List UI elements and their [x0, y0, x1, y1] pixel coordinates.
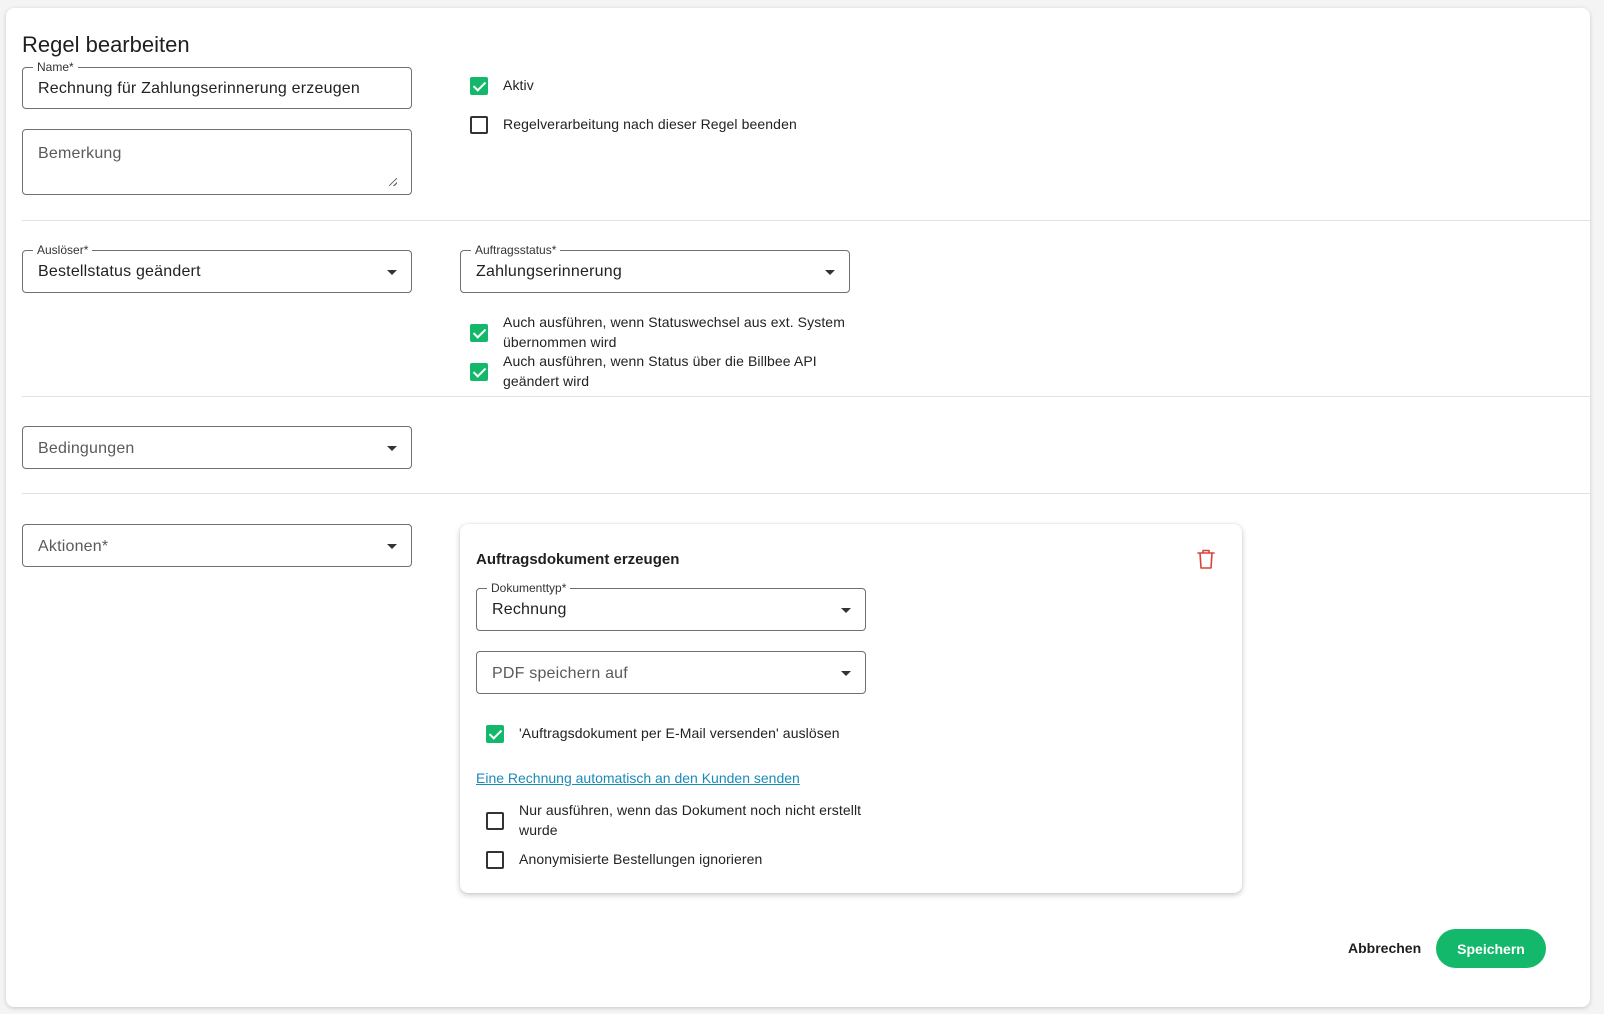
resize-grip-icon[interactable]	[389, 178, 397, 186]
stop-processing-checkbox-row[interactable]: Regelverarbeitung nach dieser Regel been…	[470, 115, 797, 135]
ext-system-label: Auch ausführen, wenn Statuswechsel aus e…	[503, 314, 845, 350]
name-field[interactable]: Name* Rechnung für Zahlungserinnerung er…	[22, 60, 412, 109]
aktiv-checkbox-row[interactable]: Aktiv	[470, 76, 534, 96]
help-link-send-invoice[interactable]: Eine Rechnung automatisch an den Kunden …	[476, 770, 800, 786]
name-field-value: Rechnung für Zahlungserinnerung erzeugen	[38, 80, 360, 97]
remark-textarea[interactable]: Bemerkung	[22, 129, 412, 195]
pdf-save-select[interactable]: PDF speichern auf	[476, 651, 866, 694]
only-if-not-created-label: Nur ausführen, wenn das Dokument noch ni…	[519, 802, 862, 838]
aktiv-label: Aktiv	[503, 77, 534, 93]
chevron-down-icon	[825, 270, 835, 275]
pdf-save-placeholder: PDF speichern auf	[492, 665, 628, 682]
order-status-label: Auftragsstatus*	[471, 243, 561, 257]
doctype-select[interactable]: Dokumenttyp* Rechnung	[476, 581, 866, 631]
order-status-select[interactable]: Auftragsstatus* Zahlungserinnerung	[460, 243, 850, 293]
action-card-title: Auftragsdokument erzeugen	[476, 551, 680, 568]
stop-processing-checkbox[interactable]	[470, 116, 488, 134]
conditions-select[interactable]: Bedingungen	[22, 426, 412, 469]
ignore-anon-checkbox[interactable]	[486, 851, 504, 869]
cancel-button[interactable]: Abbrechen	[1334, 929, 1435, 967]
doctype-value: Rechnung	[492, 601, 567, 618]
save-button[interactable]: Speichern	[1436, 929, 1546, 968]
only-if-not-created-checkbox-row[interactable]: Nur ausführen, wenn das Dokument noch ni…	[486, 801, 866, 840]
trigger-label: Auslöser*	[33, 243, 93, 257]
email-trigger-checkbox-row[interactable]: 'Auftragsdokument per E-Mail versenden' …	[486, 724, 840, 744]
edit-rule-dialog: Regel bearbeiten Name* Rechnung für Zahl…	[6, 8, 1590, 1007]
conditions-placeholder: Bedingungen	[38, 440, 135, 457]
doctype-label: Dokumenttyp*	[487, 581, 571, 595]
stop-processing-label: Regelverarbeitung nach dieser Regel been…	[503, 116, 797, 132]
divider-1	[22, 220, 1590, 221]
chevron-down-icon	[387, 446, 397, 451]
api-checkbox-row[interactable]: Auch ausführen, wenn Status über die Bil…	[470, 352, 850, 391]
aktiv-checkbox[interactable]	[470, 77, 488, 95]
trigger-value: Bestellstatus geändert	[38, 263, 201, 280]
actions-placeholder: Aktionen*	[38, 538, 109, 555]
chevron-down-icon	[387, 270, 397, 275]
email-trigger-checkbox[interactable]	[486, 725, 504, 743]
divider-2	[22, 396, 1590, 397]
ext-system-checkbox[interactable]	[470, 324, 488, 342]
only-if-not-created-checkbox[interactable]	[486, 812, 504, 830]
ext-system-checkbox-row[interactable]: Auch ausführen, wenn Statuswechsel aus e…	[470, 313, 850, 352]
api-label: Auch ausführen, wenn Status über die Bil…	[503, 353, 817, 389]
chevron-down-icon	[387, 544, 397, 549]
remark-placeholder: Bemerkung	[38, 145, 122, 162]
ignore-anon-label: Anonymisierte Bestellungen ignorieren	[519, 851, 763, 867]
email-trigger-label: 'Auftragsdokument per E-Mail versenden' …	[519, 725, 840, 741]
order-status-value: Zahlungserinnerung	[476, 263, 622, 280]
divider-3	[22, 493, 1590, 494]
chevron-down-icon	[841, 608, 851, 613]
chevron-down-icon	[841, 671, 851, 676]
api-checkbox[interactable]	[470, 363, 488, 381]
trigger-select[interactable]: Auslöser* Bestellstatus geändert	[22, 243, 412, 293]
action-card-create-document: Auftragsdokument erzeugen Dokumenttyp* R…	[460, 524, 1242, 893]
name-field-label: Name*	[33, 60, 78, 74]
trash-icon[interactable]	[1196, 548, 1216, 570]
dialog-title: Regel bearbeiten	[22, 32, 190, 57]
actions-select[interactable]: Aktionen*	[22, 524, 412, 567]
ignore-anon-checkbox-row[interactable]: Anonymisierte Bestellungen ignorieren	[486, 850, 762, 870]
